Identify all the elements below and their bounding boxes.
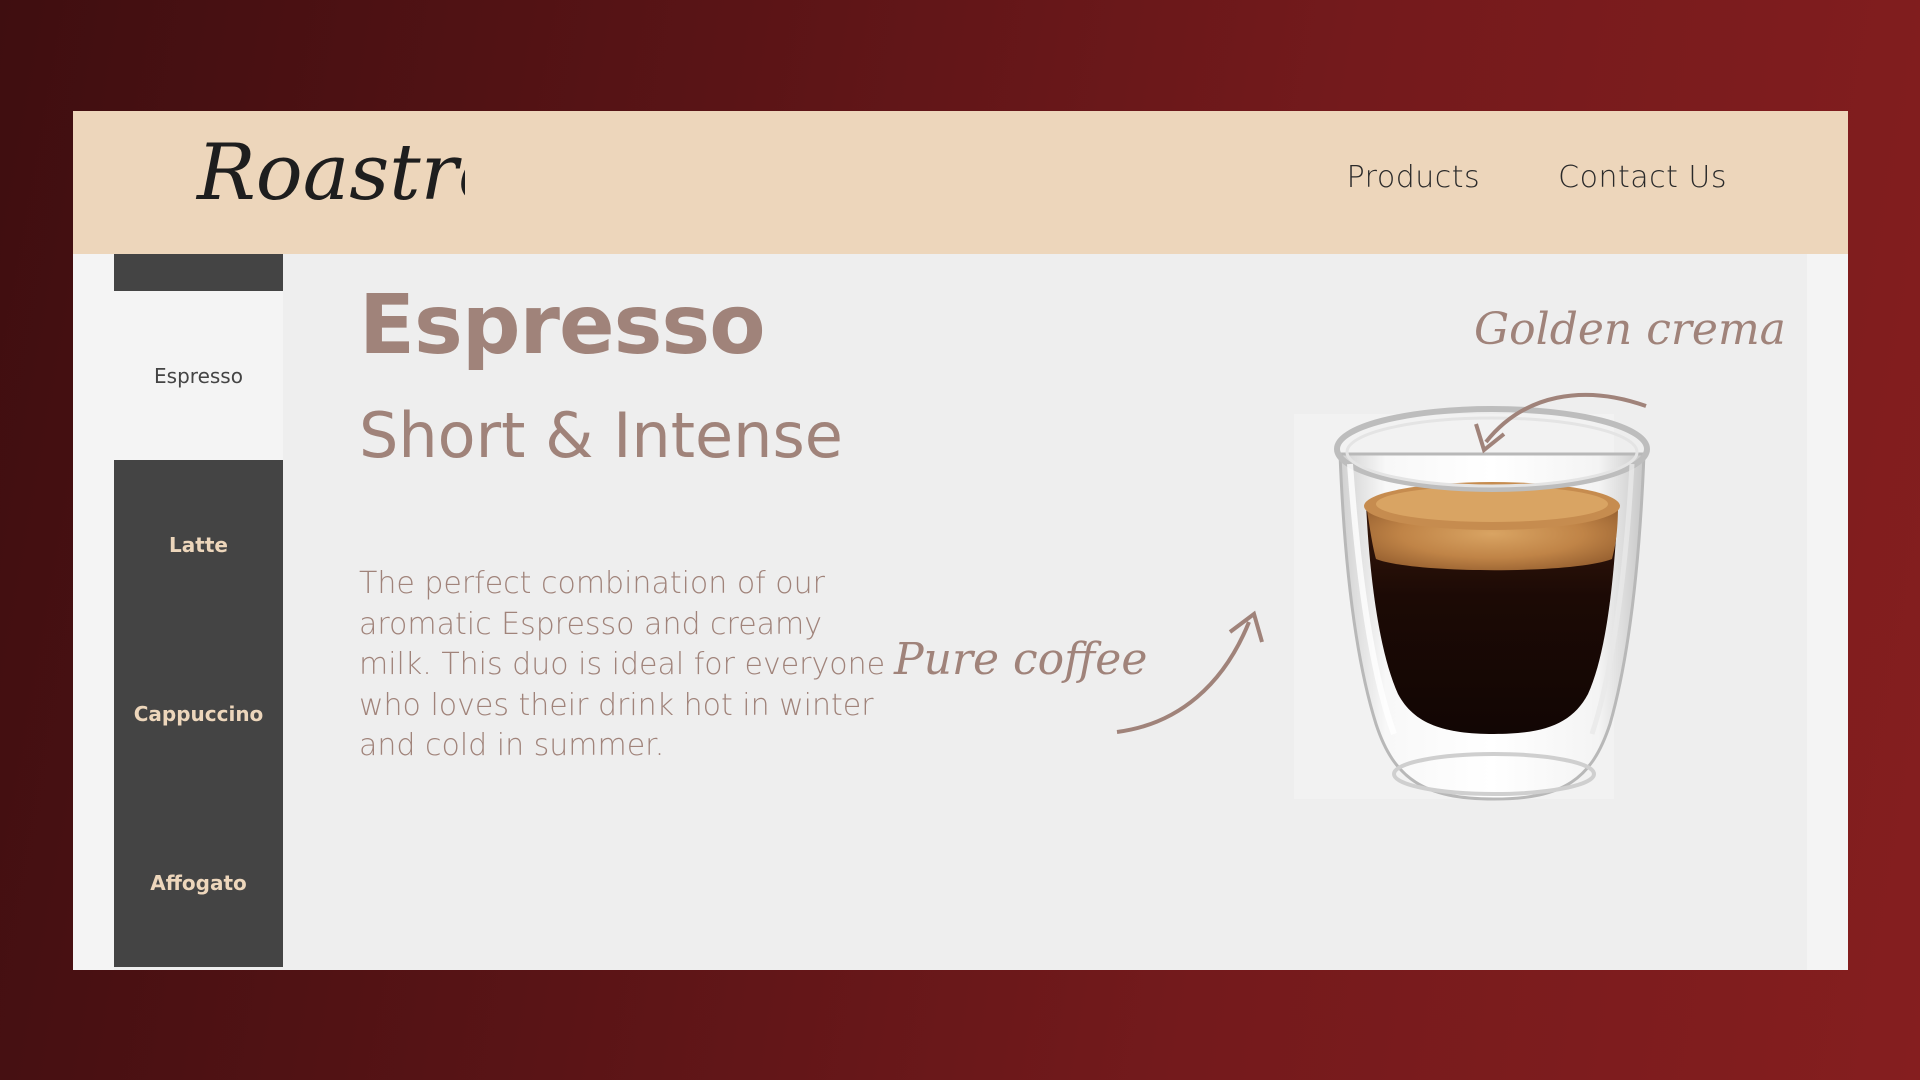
espresso-glass-icon [1294, 406, 1650, 801]
product-content: Espresso Latte Cappuccino Affogato Espre… [114, 254, 1807, 970]
sidebar-item-cappuccino[interactable]: Cappuccino [114, 629, 283, 798]
brand-logo-text: Roastro [195, 128, 465, 218]
website-frame: Roastro Products Contact Us Espresso Lat… [73, 111, 1848, 970]
sidebar-top-bar [114, 254, 283, 291]
annotation-pure-coffee: Pure coffee [893, 634, 1147, 685]
product-description: The perfect combination of our aromatic … [359, 566, 886, 763]
product-title: Espresso [359, 278, 766, 373]
annotation-golden-crema: Golden crema [1474, 304, 1786, 355]
nav-link-products[interactable]: Products [1347, 160, 1481, 195]
site-header: Roastro Products Contact Us [73, 111, 1848, 254]
product-sidebar: Espresso Latte Cappuccino Affogato [114, 254, 283, 967]
main-nav: Products Contact Us [1347, 160, 1727, 195]
sidebar-item-affogato[interactable]: Affogato [114, 798, 283, 967]
sidebar-item-espresso[interactable]: Espresso [114, 291, 283, 460]
brand-logo[interactable]: Roastro [195, 125, 465, 225]
nav-link-contact[interactable]: Contact Us [1558, 160, 1727, 195]
arrow-top-icon [1484, 392, 1647, 444]
arrow-top-head-icon [1474, 423, 1506, 454]
sidebar-item-latte[interactable]: Latte [114, 460, 283, 629]
arrow-bottom-head-icon [1228, 610, 1264, 643]
product-subtitle: Short & Intense [359, 399, 843, 472]
arrow-bottom-icon [1116, 621, 1251, 734]
